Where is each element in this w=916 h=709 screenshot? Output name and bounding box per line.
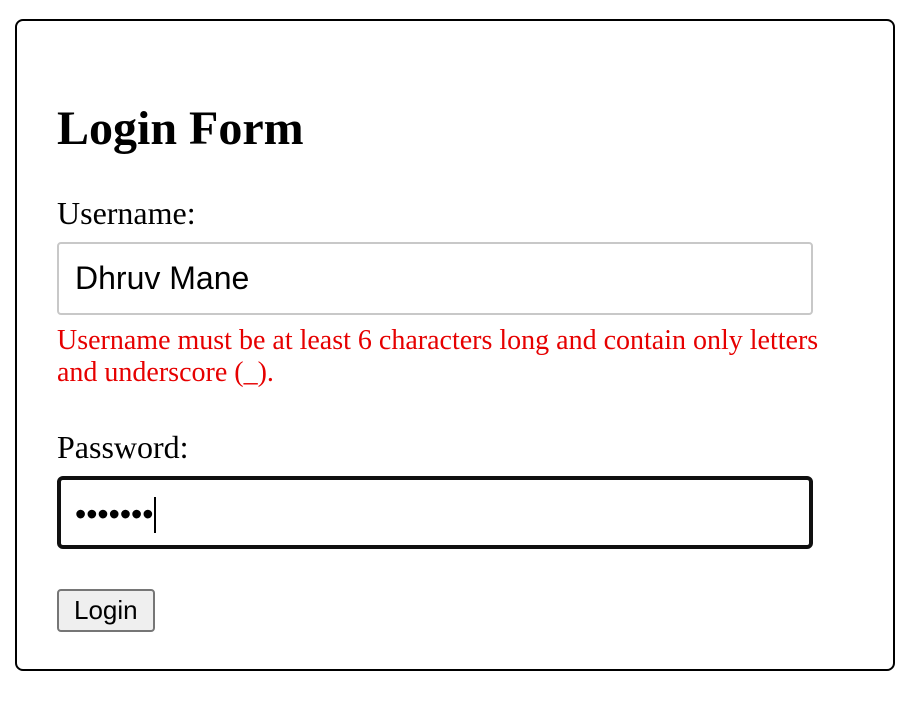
login-form: Login Form Username: Dhruv Mane Username… <box>15 19 895 671</box>
text-caret <box>154 496 157 533</box>
username-value: Dhruv Mane <box>75 260 250 296</box>
form-title: Login Form <box>57 102 304 155</box>
password-value: ••••••• <box>75 496 154 532</box>
password-label: Password: <box>57 429 189 465</box>
username-input[interactable]: Dhruv Mane <box>57 242 813 315</box>
username-error-message: Username must be at least 6 characters l… <box>57 325 819 388</box>
login-button[interactable]: Login <box>57 589 155 632</box>
username-label: Username: <box>57 195 196 231</box>
password-input[interactable]: ••••••• <box>57 476 813 549</box>
